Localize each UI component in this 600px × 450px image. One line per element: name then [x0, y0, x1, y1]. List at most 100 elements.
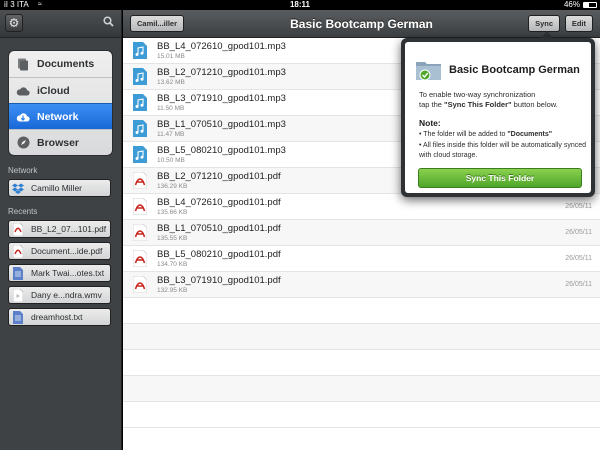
file-name: BB_L3_071910_gpod101.pdf	[157, 275, 281, 286]
file-row[interactable]: BB_L1_070510_gpod101.pdf 135.55 KB 26/05…	[123, 220, 600, 246]
file-name: BB_L5_080210_gpod101.pdf	[157, 249, 281, 260]
file-size: 132.95 KB	[157, 287, 188, 294]
pdf-file-icon	[12, 222, 24, 236]
sidebar-item-network[interactable]: Network	[9, 103, 112, 129]
sync-button[interactable]: Sync	[528, 15, 560, 32]
file-name: BB_L4_072610_gpod101.mp3	[157, 41, 286, 52]
documents-icon	[16, 57, 30, 71]
empty-row	[123, 324, 600, 350]
network-section-header: Network	[8, 166, 38, 175]
audio-file-icon	[133, 120, 147, 137]
pdf-file-icon	[12, 244, 24, 258]
pdf-file-icon	[133, 250, 147, 267]
text-file-icon	[12, 266, 24, 280]
sync-this-folder-button[interactable]: Sync This Folder	[418, 168, 582, 188]
sidebar-item-label: Documents	[37, 58, 95, 70]
file-name: BB_L3_071910_gpod101.mp3	[157, 93, 286, 104]
popover-note-bullet: • The folder will be added to "Documents…	[419, 130, 589, 140]
network-icon	[16, 110, 30, 124]
recent-item-label: Dany e...ndra.wmv	[31, 290, 102, 300]
main-toolbar: Camil...iller Basic Bootcamp German Sync…	[123, 10, 600, 38]
audio-file-icon	[133, 146, 147, 163]
file-size: 134.70 KB	[157, 261, 188, 268]
file-name: BB_L4_072610_gpod101.pdf	[157, 197, 281, 208]
sidebar-nav: Documents iCloud Network Browser	[8, 50, 113, 156]
recent-item-label: BB_L2_07...101.pdf	[31, 224, 107, 234]
sidebar-toolbar: ⚙	[0, 10, 121, 38]
network-account-camillo[interactable]: Camillo Miller	[8, 179, 111, 197]
text-file-icon	[12, 310, 24, 324]
file-row[interactable]: BB_L4_072610_gpod101.pdf 135.66 KB 26/05…	[123, 194, 600, 220]
file-size: 11.50 MB	[157, 105, 185, 112]
sync-popover: Basic Bootcamp German To enable two-way …	[401, 38, 595, 197]
file-size: 15.01 MB	[157, 53, 185, 60]
popover-note-label: Note:	[419, 118, 441, 128]
file-size: 135.66 KB	[157, 209, 188, 216]
file-row[interactable]: BB_L3_071910_gpod101.pdf 132.95 KB 26/05…	[123, 272, 600, 298]
recents-section-header: Recents	[8, 207, 38, 216]
file-name: BB_L1_070510_gpod101.mp3	[157, 119, 286, 130]
sidebar-item-label: Browser	[37, 136, 80, 149]
popover-description-line: tap the "Sync This Folder" button below.	[419, 100, 589, 110]
status-bar: iI 3 ITA ≈ 18:11 46%	[0, 0, 600, 10]
popover-description: To enable two-way synchronization tap th…	[419, 90, 589, 110]
recent-item[interactable]: Mark Twai...otes.txt	[8, 264, 111, 282]
popover-description-line: To enable two-way synchronization	[419, 90, 536, 99]
pdf-file-icon	[133, 198, 147, 215]
file-date: 26/05/11	[565, 281, 592, 288]
file-date: 26/05/11	[565, 255, 592, 262]
empty-row	[123, 350, 600, 376]
file-size: 11.47 MB	[157, 131, 185, 138]
battery-percent: 46%	[563, 0, 580, 9]
pdf-file-icon	[133, 172, 147, 189]
file-name: BB_L2_071210_gpod101.pdf	[157, 171, 281, 182]
pdf-file-icon	[133, 224, 147, 241]
sidebar: ⚙ Documents iCloud Network Browser Netwo…	[0, 10, 122, 450]
audio-file-icon	[133, 68, 147, 85]
file-name: BB_L5_080210_gpod101.mp3	[157, 145, 286, 156]
recents-list: BB_L2_07...101.pdf Document...ide.pdf Ma…	[0, 220, 121, 326]
desc-text: button below.	[511, 100, 558, 109]
sidebar-item-documents[interactable]: Documents	[9, 51, 112, 77]
file-size: 136.29 KB	[157, 183, 188, 190]
clock: 18:11	[289, 0, 311, 9]
network-account-label: Camillo Miller	[31, 183, 83, 193]
recent-item-label: Mark Twai...otes.txt	[31, 268, 105, 278]
recent-item-label: Document...ide.pdf	[31, 246, 103, 256]
file-date: 26/05/11	[565, 229, 592, 236]
file-size: 10.50 MB	[157, 157, 185, 164]
popover-title: Basic Bootcamp German	[449, 64, 580, 76]
empty-row	[123, 402, 600, 428]
file-size: 13.62 MB	[157, 79, 185, 86]
sync-popover-content: Basic Bootcamp German To enable two-way …	[405, 42, 591, 193]
pdf-file-icon	[133, 276, 147, 293]
file-name: BB_L1_070510_gpod101.pdf	[157, 223, 281, 234]
compass-icon	[16, 136, 30, 150]
edit-button[interactable]: Edit	[564, 15, 593, 32]
search-icon[interactable]	[103, 16, 114, 27]
recent-item[interactable]: Dany e...ndra.wmv	[8, 286, 111, 304]
empty-row	[123, 376, 600, 402]
file-name: BB_L2_071210_gpod101.mp3	[157, 67, 286, 78]
recent-item[interactable]: dreamhost.txt	[8, 308, 111, 326]
popover-note-bullet: • All files inside this folder will be a…	[419, 142, 587, 159]
audio-file-icon	[133, 94, 147, 111]
desc-emphasis: "Sync This Folder"	[444, 100, 512, 109]
bullet-emphasis: "Documents"	[507, 131, 553, 138]
sidebar-item-browser[interactable]: Browser	[9, 129, 112, 155]
recent-item[interactable]: Document...ide.pdf	[8, 242, 111, 260]
bullet-text: • The folder will be added to	[419, 131, 508, 138]
video-file-icon	[12, 288, 24, 302]
battery-icon	[583, 2, 597, 8]
gear-icon[interactable]: ⚙	[5, 14, 23, 32]
sidebar-item-icloud[interactable]: iCloud	[9, 77, 112, 103]
synced-folder-icon	[416, 62, 441, 81]
file-row[interactable]: BB_L5_080210_gpod101.pdf 134.70 KB 26/05…	[123, 246, 600, 272]
sidebar-item-label: Network	[37, 110, 79, 123]
sidebar-item-label: iCloud	[37, 84, 70, 97]
recent-item[interactable]: BB_L2_07...101.pdf	[8, 220, 111, 238]
file-size: 135.55 KB	[157, 235, 188, 242]
cloud-icon	[16, 84, 30, 98]
audio-file-icon	[133, 42, 147, 59]
file-date: 26/05/11	[565, 203, 592, 210]
